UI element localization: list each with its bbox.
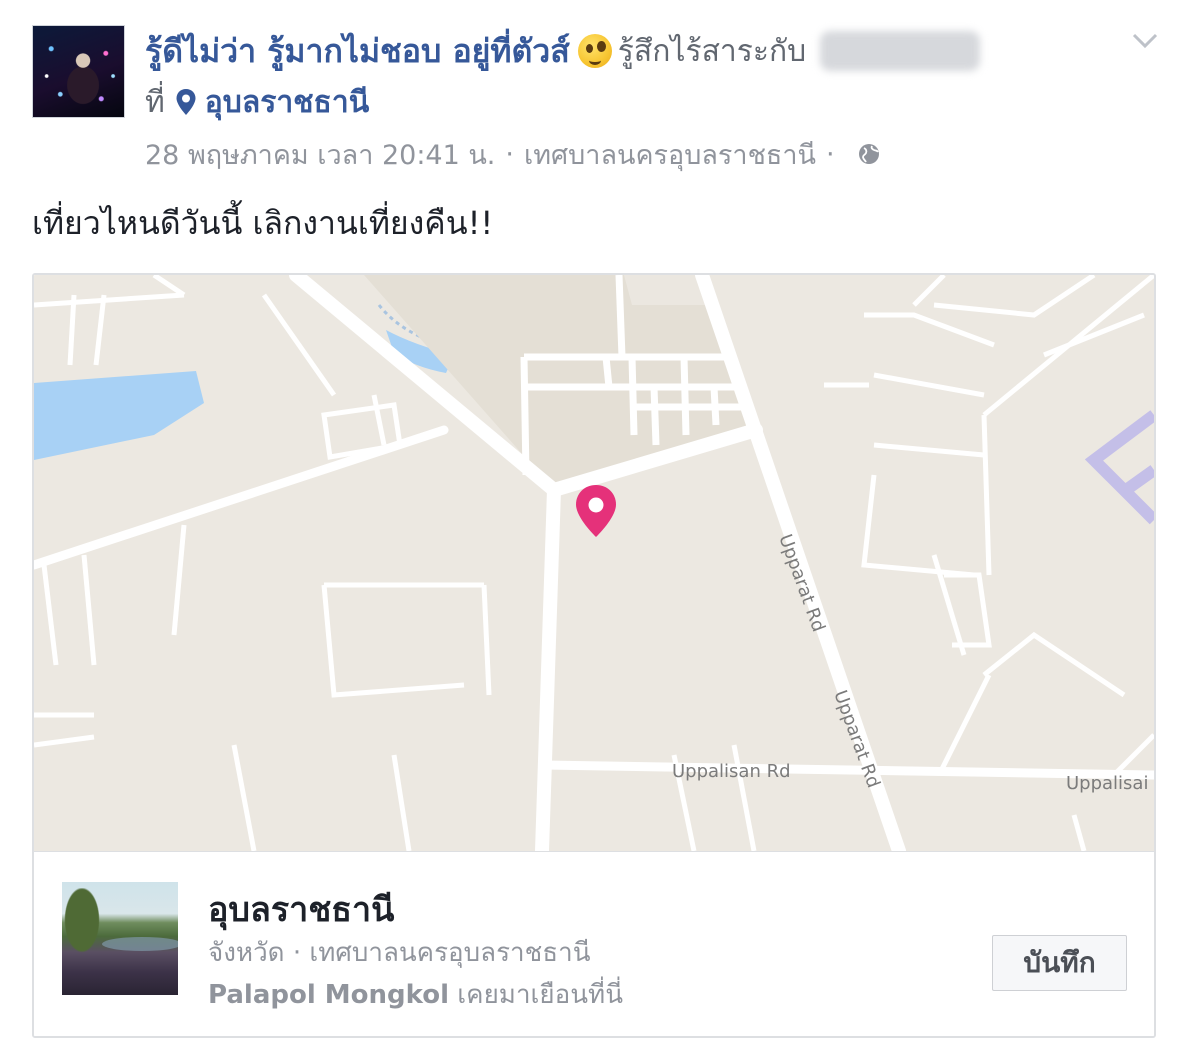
save-button[interactable]: บันทึก — [992, 935, 1127, 991]
post-location[interactable]: เทศบาลนครอุบลราชธานี — [524, 133, 816, 176]
author-name[interactable]: รู้ดีไม่ว่า รู้มากไม่ชอบ อยู่ที่ตัวส์ — [145, 26, 570, 77]
author-avatar[interactable] — [32, 25, 125, 118]
post-header-line: รู้ดีไม่ว่า รู้มากไม่ชอบ อยู่ที่ตัวส์ รู… — [145, 26, 981, 77]
post-meta: 28 พฤษภาคม เวลา 20:41 น. · เทศบาลนครอุบล… — [145, 134, 881, 174]
map-attachment[interactable]: Upparat Rd Upparat Rd Uppalisan Rd Uppal… — [32, 273, 1156, 1038]
chevron-down-icon[interactable] — [1131, 30, 1159, 52]
map-block — [624, 275, 706, 305]
visitor-name[interactable]: Palapol Mongkol — [208, 980, 449, 1010]
feeling-emoji-icon — [577, 34, 612, 68]
place-visited: Palapol Mongkol เคยมาเยือนที่นี่ — [208, 974, 623, 1015]
map-pin-icon — [176, 89, 196, 115]
blurred-tag — [820, 31, 981, 71]
place-thumbnail[interactable] — [62, 882, 178, 995]
post-text: เที่ยวไหนดีวันนี้ เลิกงานเที่ยงคืน!! — [32, 204, 494, 242]
post-timestamp[interactable]: 28 พฤษภาคม เวลา 20:41 น. — [145, 133, 495, 176]
post-location-line: ที่ อุบลราชธานี — [145, 80, 369, 124]
meta-separator: · — [505, 138, 514, 170]
feed-post: รู้ดีไม่ว่า รู้มากไม่ชอบ อยู่ที่ตัวส์ รู… — [0, 0, 1200, 1050]
at-word: ที่ — [145, 84, 165, 120]
meta-separator: · — [826, 138, 835, 170]
place-link[interactable]: อุบลราชธานี — [205, 79, 369, 126]
visited-text: เคยมาเยือนที่นี่ — [457, 980, 623, 1010]
map[interactable]: Upparat Rd Upparat Rd Uppalisan Rd Uppal… — [34, 275, 1154, 851]
place-subtitle: จังหวัด · เทศบาลนครอุบลราชธานี — [208, 938, 591, 968]
place-title[interactable]: อุบลราชธานี — [208, 882, 394, 936]
globe-icon[interactable] — [857, 142, 881, 166]
street-label: Uppalisai — [1066, 773, 1148, 794]
place-card[interactable]: อุบลราชธานี จังหวัด · เทศบาลนครอุบลราชธา… — [34, 851, 1154, 1036]
feeling-text: รู้สึกไร้สาระกับ — [617, 33, 807, 69]
street-label: Uppalisan Rd — [672, 761, 791, 782]
